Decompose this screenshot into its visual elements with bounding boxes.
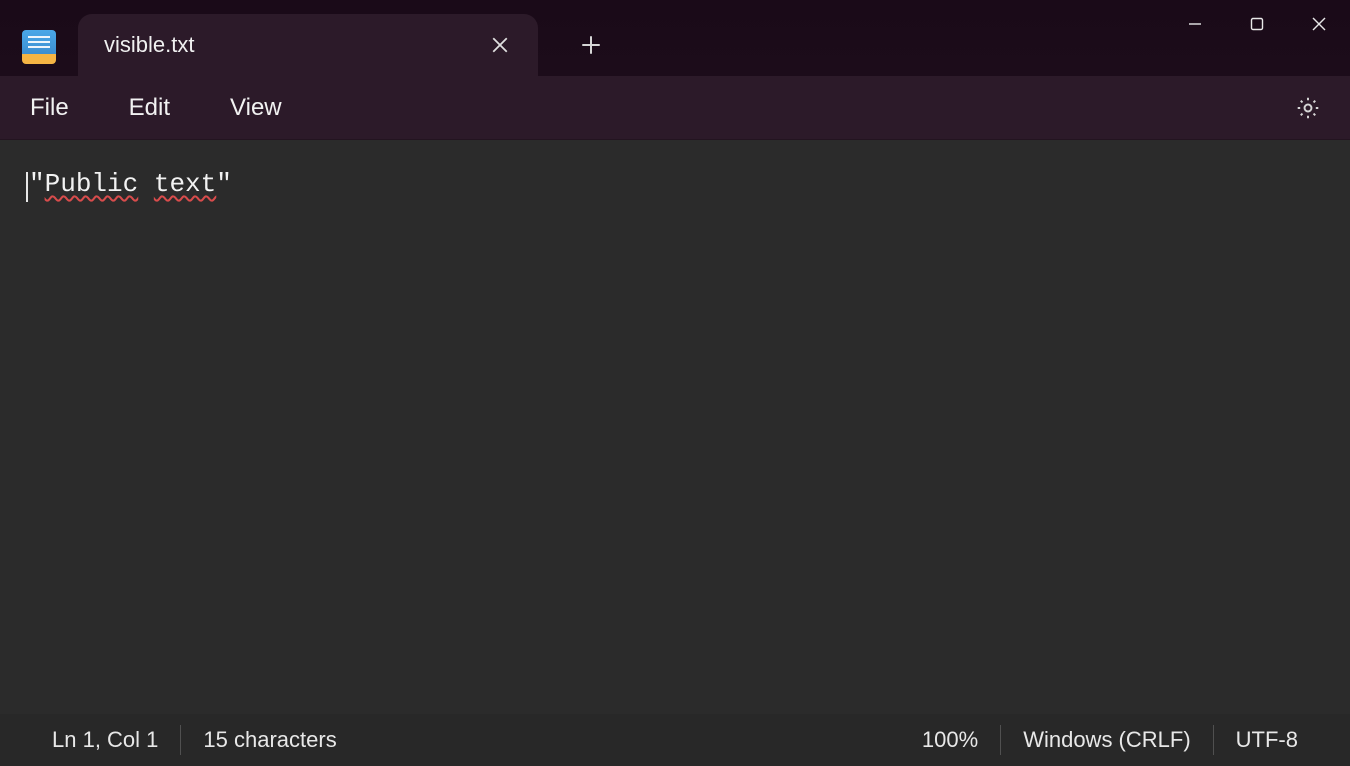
maximize-button[interactable] bbox=[1226, 0, 1288, 48]
tab-active[interactable]: visible.txt bbox=[78, 14, 538, 76]
status-line-ending[interactable]: Windows (CRLF) bbox=[1001, 722, 1212, 758]
close-tab-icon[interactable] bbox=[482, 27, 518, 63]
status-position[interactable]: Ln 1, Col 1 bbox=[30, 722, 180, 758]
window-controls bbox=[1164, 0, 1350, 48]
menu-edit[interactable]: Edit bbox=[121, 88, 178, 128]
close-window-button[interactable] bbox=[1288, 0, 1350, 48]
app-icon bbox=[22, 30, 56, 64]
tab-title: visible.txt bbox=[104, 32, 482, 58]
gear-icon[interactable] bbox=[1288, 88, 1328, 128]
titlebar: visible.txt bbox=[0, 0, 1350, 76]
status-zoom[interactable]: 100% bbox=[900, 722, 1000, 758]
new-tab-button[interactable] bbox=[568, 22, 614, 68]
menu-view[interactable]: View bbox=[222, 88, 290, 128]
statusbar: Ln 1, Col 1 15 characters 100% Windows (… bbox=[0, 714, 1350, 766]
text-editor-area[interactable]: "Public text" bbox=[0, 140, 1350, 714]
menu-file[interactable]: File bbox=[22, 88, 77, 128]
minimize-button[interactable] bbox=[1164, 0, 1226, 48]
editor-content: "Public text" bbox=[29, 168, 232, 202]
status-encoding[interactable]: UTF-8 bbox=[1214, 722, 1320, 758]
text-cursor bbox=[26, 172, 28, 202]
menubar: File Edit View bbox=[0, 76, 1350, 140]
status-char-count[interactable]: 15 characters bbox=[181, 722, 358, 758]
